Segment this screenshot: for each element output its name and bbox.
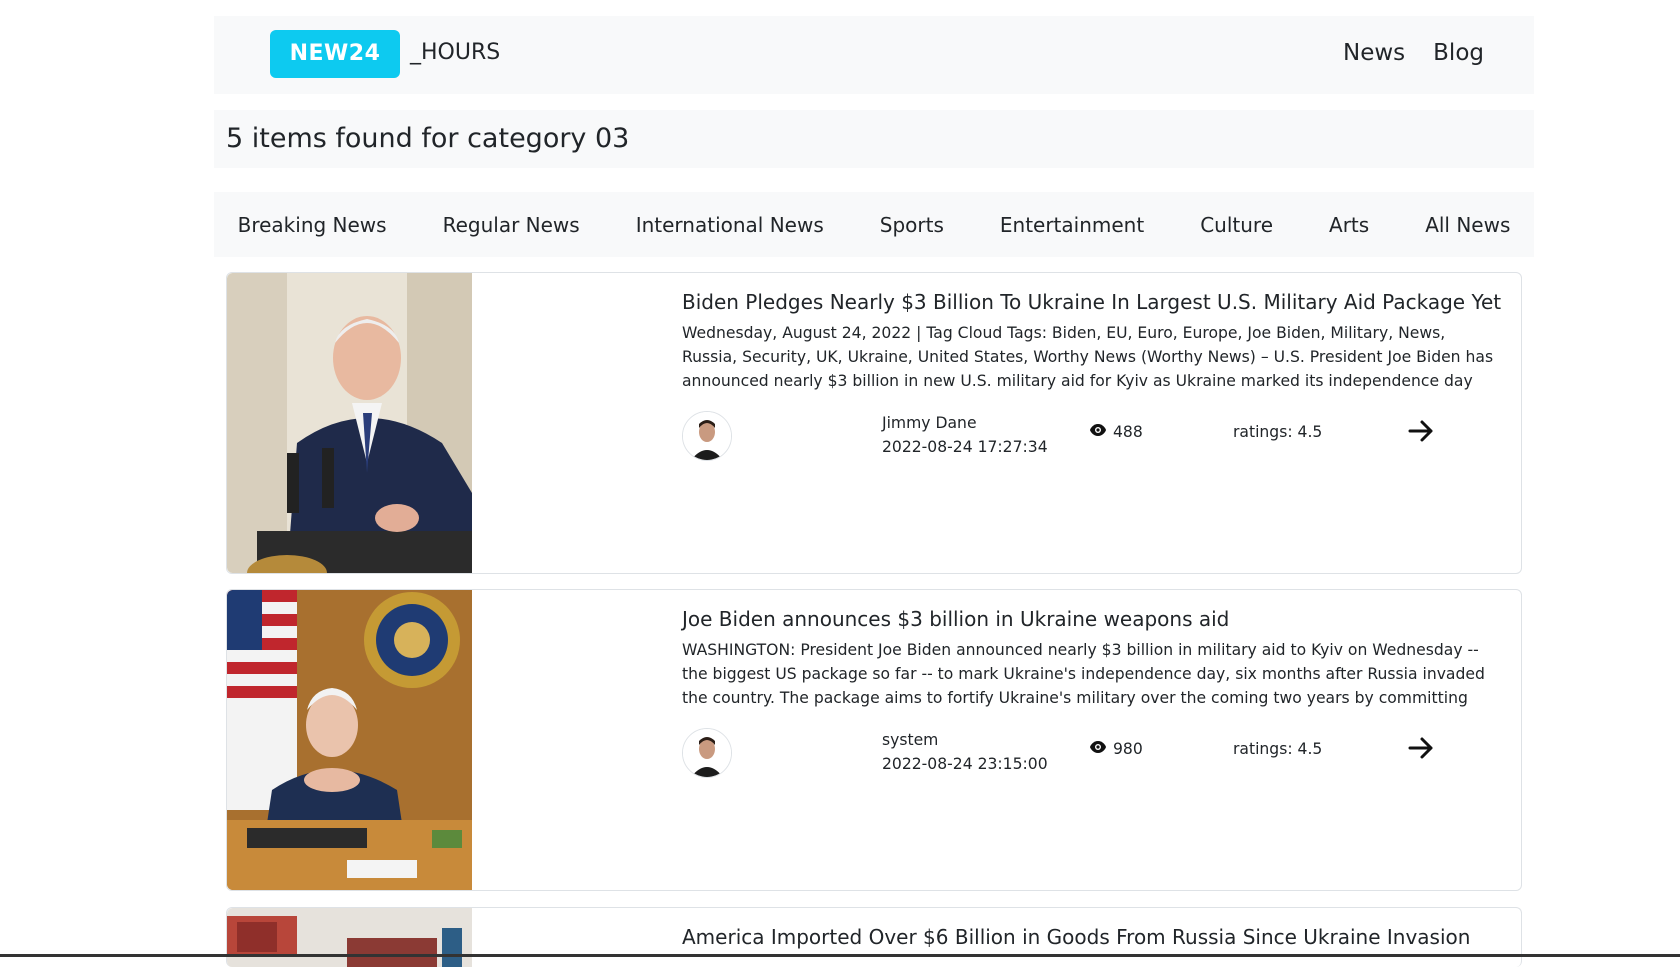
nav-link-blog[interactable]: Blog [1433,40,1484,66]
author-avatar [682,411,732,461]
article-title[interactable]: America Imported Over $6 Billion in Good… [682,925,1470,949]
author-avatar [682,728,732,778]
publish-date: 2022-08-24 17:27:34 [882,438,1048,456]
publish-date: 2022-08-24 23:15:00 [882,755,1048,773]
author-info: system 2022-08-24 23:15:00 [882,728,1048,776]
view-count: 980 [1089,740,1143,758]
article-excerpt: Wednesday, August 24, 2022 | Tag Cloud T… [682,324,1494,390]
article-card: Biden Pledges Nearly $3 Billion To Ukrai… [226,272,1522,574]
view-count-value: 980 [1113,740,1143,758]
category-nav: Breaking News Regular News International… [214,192,1534,257]
article-thumbnail[interactable] [227,908,472,967]
eye-icon [1089,423,1107,441]
results-heading: 5 items found for category 03 [226,123,630,154]
author-name: Jimmy Dane [882,414,977,432]
article-title[interactable]: Joe Biden announces $3 billion in Ukrain… [682,607,1229,631]
article-card: Joe Biden announces $3 billion in Ukrain… [226,589,1522,891]
view-count-value: 488 [1113,423,1143,441]
article-thumbnail[interactable] [227,590,472,890]
category-arts[interactable]: Arts [1329,213,1369,237]
category-all-news[interactable]: All News [1425,213,1510,237]
nav-links: News Blog [1343,40,1484,66]
article-excerpt: WASHINGTON: President Joe Biden announce… [682,641,1485,707]
article-rating: ratings: 4.5 [1233,740,1323,758]
eye-icon [1089,740,1107,758]
category-entertainment[interactable]: Entertainment [1000,213,1144,237]
article-rating: ratings: 4.5 [1233,423,1323,441]
arrow-right-icon[interactable] [1405,732,1437,764]
navbar: NEW24 _HOURS News Blog [214,16,1534,94]
category-international-news[interactable]: International News [636,213,824,237]
author-name: system [882,731,939,749]
brand-logo-text[interactable]: _HOURS [410,40,500,65]
arrow-right-icon[interactable] [1405,415,1437,447]
article-thumbnail[interactable] [227,273,472,573]
author-info: Jimmy Dane 2022-08-24 17:27:34 [882,411,1048,459]
view-count: 488 [1089,423,1143,441]
nav-link-news[interactable]: News [1343,40,1405,66]
results-banner: 5 items found for category 03 [214,110,1534,168]
article-card: America Imported Over $6 Billion in Good… [226,907,1522,967]
brand-logo-badge[interactable]: NEW24 [270,30,400,78]
category-sports[interactable]: Sports [880,213,944,237]
category-regular-news[interactable]: Regular News [443,213,580,237]
category-breaking-news[interactable]: Breaking News [238,213,387,237]
article-title[interactable]: Biden Pledges Nearly $3 Billion To Ukrai… [682,290,1501,314]
category-culture[interactable]: Culture [1200,213,1273,237]
